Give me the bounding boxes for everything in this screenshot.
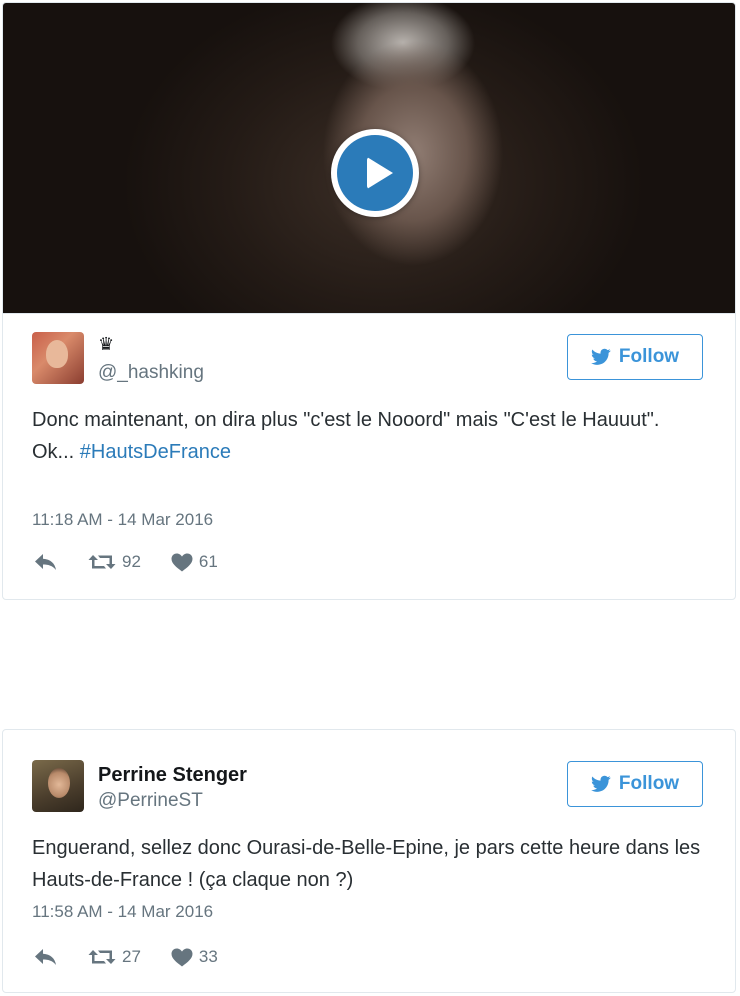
hashtag-link[interactable]: #HautsDeFrance — [80, 441, 231, 463]
reply-button[interactable] — [34, 553, 58, 571]
twitter-bird-icon — [590, 775, 611, 792]
tweet-actions: 27 33 — [34, 945, 248, 969]
timestamp[interactable]: 11:18 AM - 14 Mar 2016 — [32, 510, 213, 530]
retweet-icon — [88, 555, 116, 569]
reply-icon — [35, 949, 56, 965]
twitter-bird-icon — [590, 348, 611, 365]
video-thumbnail[interactable] — [3, 3, 735, 314]
retweet-count: 92 — [122, 552, 141, 571]
like-button[interactable]: 61 — [171, 552, 218, 572]
avatar[interactable] — [32, 332, 84, 384]
heart-icon — [171, 553, 193, 571]
retweet-count: 27 — [122, 947, 141, 966]
retweet-button[interactable]: 92 — [88, 552, 141, 572]
tweet-text-prefix: Ok... — [32, 441, 80, 463]
follow-label: Follow — [618, 773, 680, 794]
user-handle[interactable]: @PerrineST — [98, 790, 203, 812]
like-count: 61 — [198, 552, 218, 571]
follow-label: Follow — [618, 346, 680, 367]
avatar[interactable] — [32, 760, 84, 812]
display-name[interactable]: ♛ — [98, 335, 114, 355]
tweet-text-line: Ok... #HautsDeFrance — [32, 436, 702, 468]
user-handle[interactable]: @_hashking — [98, 362, 204, 384]
heart-icon — [171, 948, 193, 966]
timestamp[interactable]: 11:58 AM - 14 Mar 2016 — [32, 902, 213, 922]
display-name[interactable]: Perrine Stenger — [98, 763, 247, 787]
follow-button[interactable]: Follow — [567, 334, 703, 380]
reply-button[interactable] — [34, 948, 58, 966]
retweet-button[interactable]: 27 — [88, 947, 141, 967]
retweet-icon — [88, 950, 116, 964]
tweet-actions: 92 61 — [34, 550, 248, 574]
tweet-text: Donc maintenant, on dira plus "c'est le … — [32, 404, 702, 468]
tweet-text-line: Donc maintenant, on dira plus "c'est le … — [32, 409, 660, 431]
play-icon[interactable] — [331, 129, 419, 217]
like-button[interactable]: 33 — [171, 947, 218, 967]
reply-icon — [35, 554, 56, 570]
follow-button[interactable]: Follow — [567, 761, 703, 807]
like-count: 33 — [198, 947, 218, 966]
tweet-text: Enguerand, sellez donc Ourasi-de-Belle-E… — [32, 837, 701, 891]
page: ♛ @_hashking Follow Donc maintenant, on … — [0, 0, 740, 996]
